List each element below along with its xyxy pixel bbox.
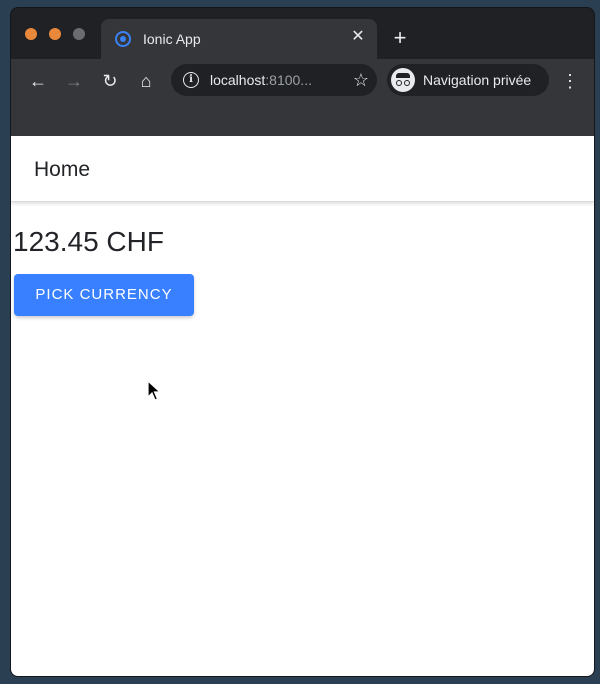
window-close-button[interactable] [25, 28, 37, 40]
mouse-pointer-icon [147, 380, 161, 401]
incognito-icon [391, 68, 415, 92]
tab-strip: Ionic App ✕ + [11, 8, 594, 59]
ionic-icon [115, 31, 131, 47]
browser-menu-icon[interactable]: ⋮ [560, 68, 580, 94]
browser-window: Ionic App ✕ + ← → ↻ ⌂ i localhost:8100..… [10, 7, 595, 677]
window-maximize-button[interactable] [73, 28, 85, 40]
url-port: :8100... [265, 72, 312, 88]
reload-icon[interactable]: ↻ [97, 68, 123, 94]
window-minimize-button[interactable] [49, 28, 61, 40]
address-bar[interactable]: i localhost:8100... ☆ [171, 64, 377, 96]
tab-close-icon[interactable]: ✕ [347, 26, 369, 48]
url-host: localhost [210, 72, 266, 88]
home-icon[interactable]: ⌂ [133, 68, 159, 94]
pick-currency-button[interactable]: PICK CURRENCY [14, 274, 194, 316]
page-title: Home [34, 158, 91, 181]
incognito-indicator[interactable]: Navigation privée [387, 64, 549, 96]
back-arrow-icon[interactable]: ← [25, 68, 51, 94]
tab-title: Ionic App [143, 31, 201, 47]
browser-tab[interactable]: Ionic App ✕ [101, 19, 377, 59]
info-icon[interactable]: i [183, 72, 199, 88]
app-header: Home [11, 136, 594, 202]
incognito-label: Navigation privée [423, 72, 532, 88]
browser-toolbar: ← → ↻ ⌂ i localhost:8100... ☆ Navigation… [11, 59, 594, 103]
url-text[interactable]: localhost:8100... [210, 72, 312, 88]
page-viewport: Home 123.45 CHF PICK CURRENCY [11, 136, 594, 676]
forward-arrow-icon[interactable]: → [61, 68, 87, 94]
amount-display: 123.45 CHF [13, 226, 164, 257]
toolbar-spacer [11, 103, 594, 136]
bookmark-star-icon[interactable]: ☆ [353, 68, 369, 92]
new-tab-icon[interactable]: + [388, 27, 412, 51]
